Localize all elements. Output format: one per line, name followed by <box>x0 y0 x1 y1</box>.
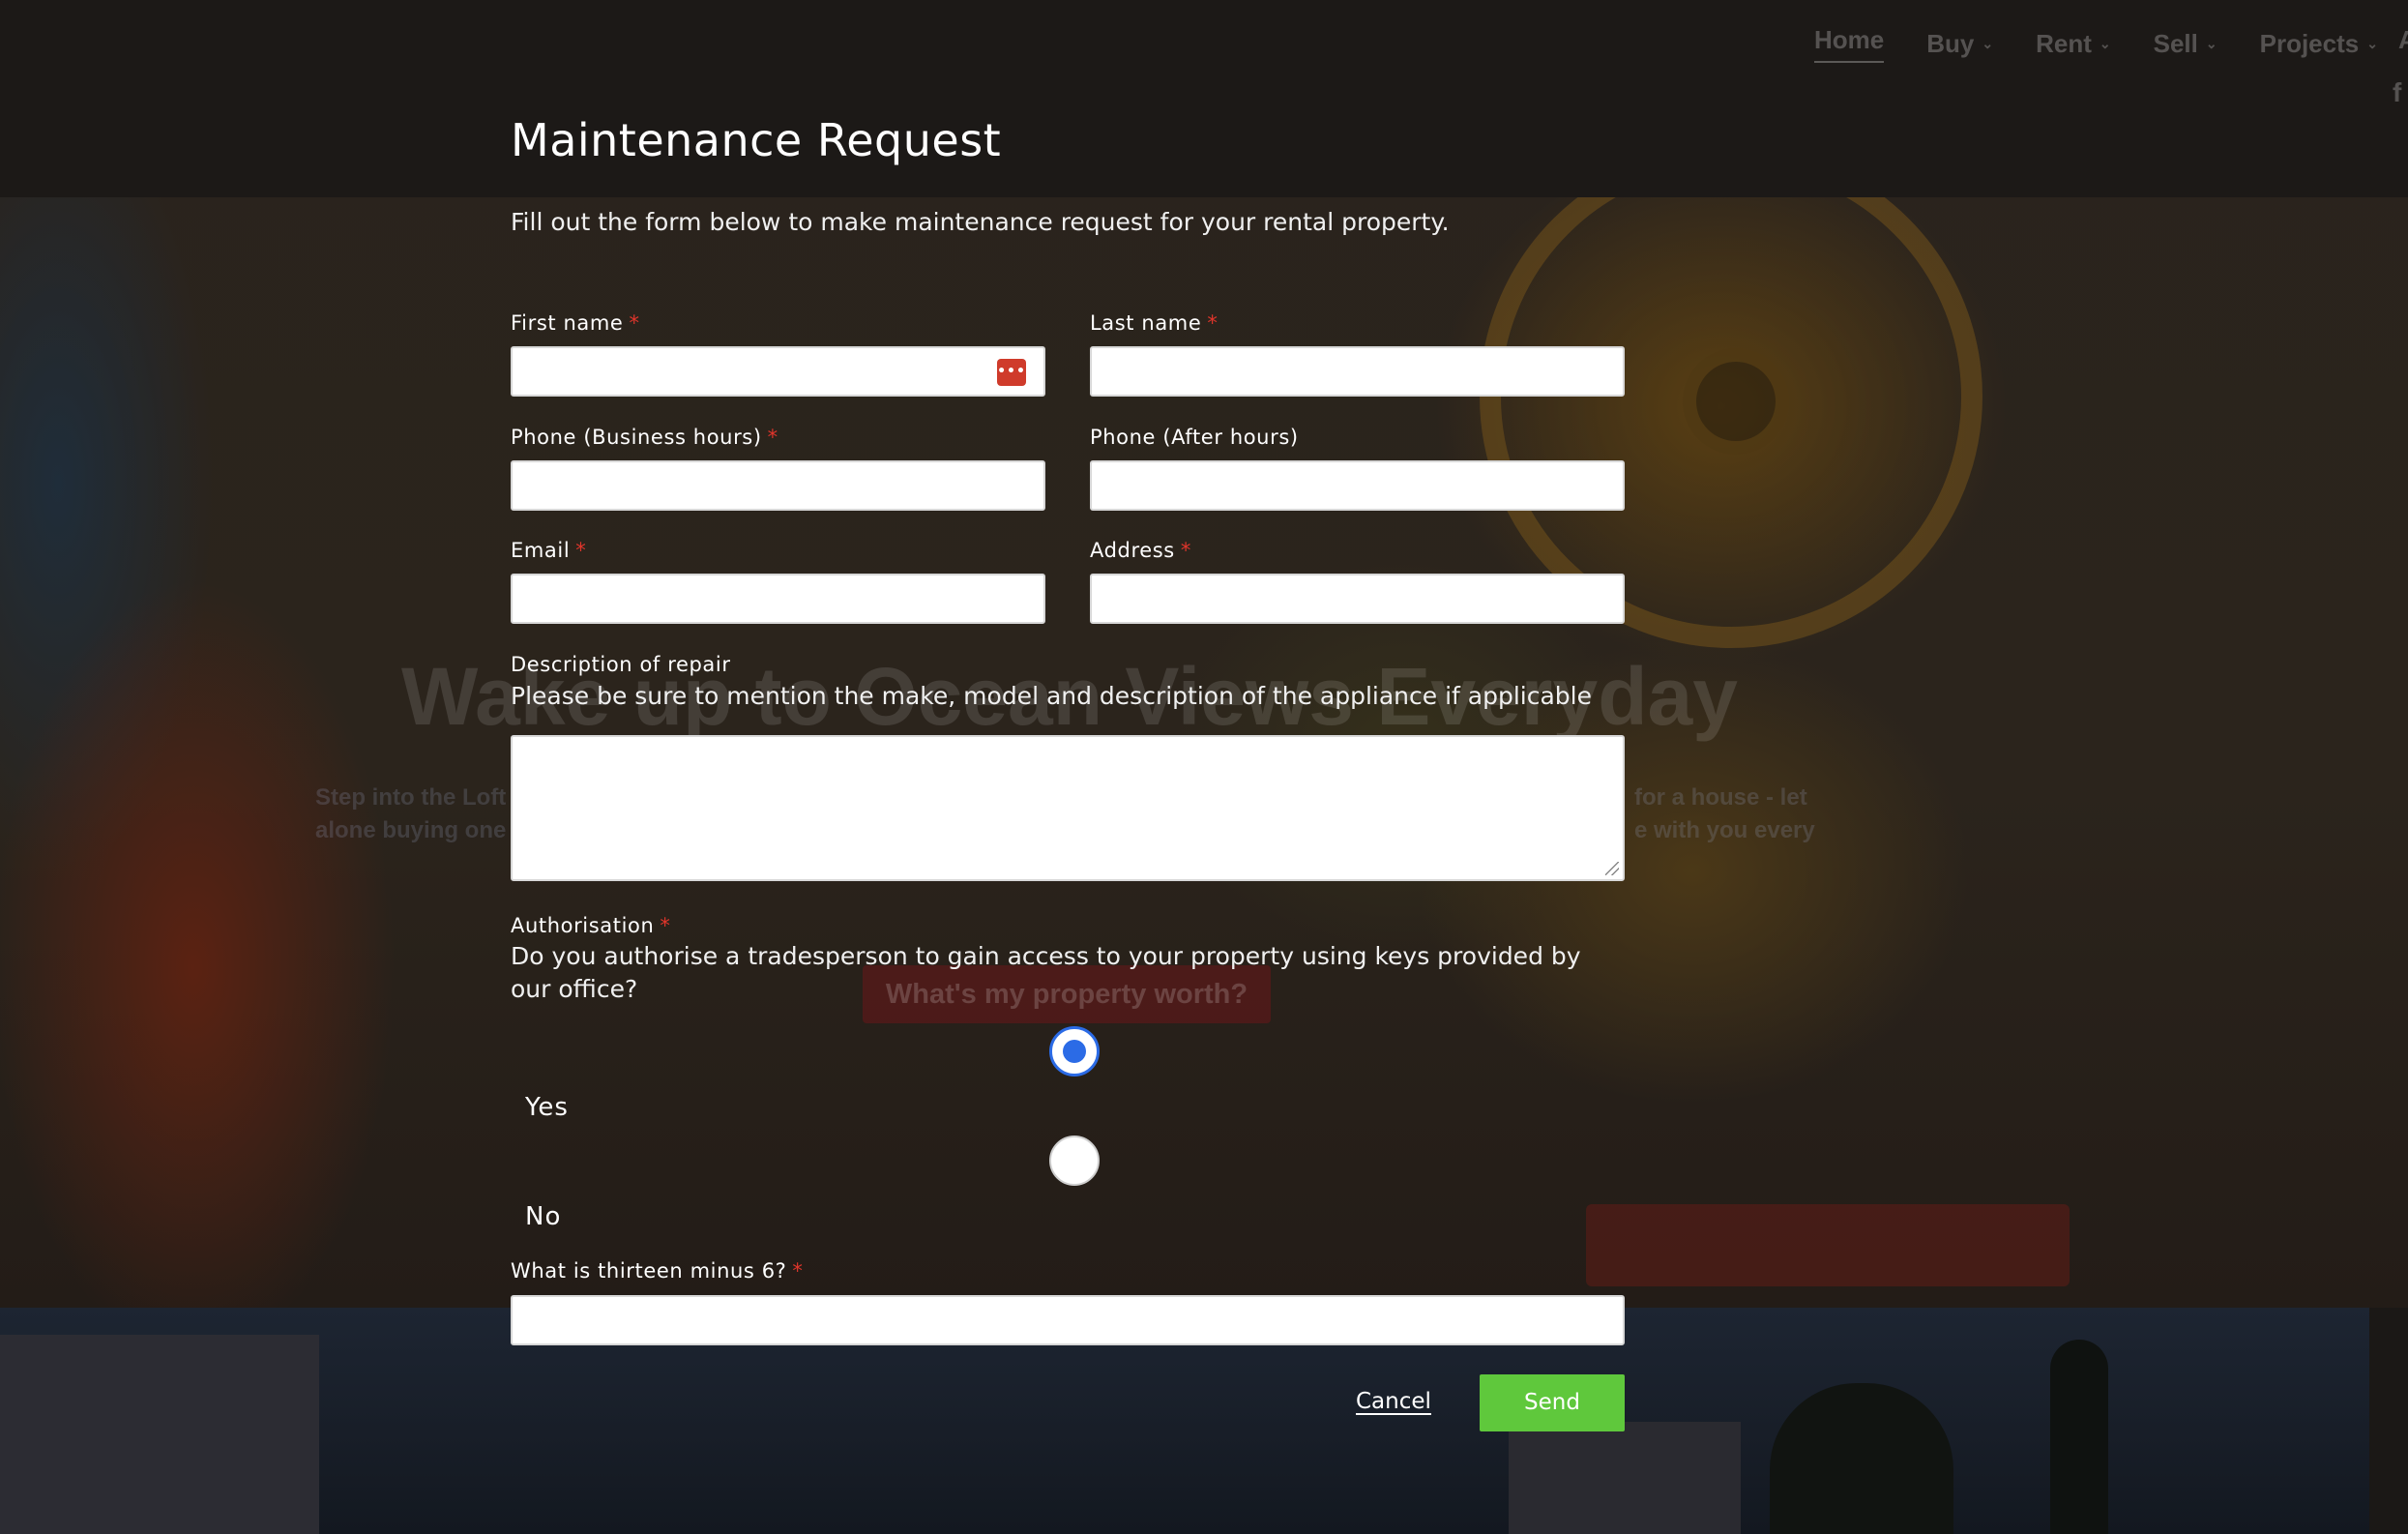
required-marker: * <box>1180 539 1191 562</box>
description-textarea[interactable] <box>511 735 1625 881</box>
tree-illustration <box>1770 1383 1953 1534</box>
facebook-icon[interactable]: f <box>2393 77 2401 108</box>
chevron-down-icon: ⌄ <box>1982 36 1994 51</box>
page-edge <box>2369 1308 2408 1534</box>
chevron-down-icon: ⌄ <box>2099 36 2111 51</box>
tree-illustration <box>2050 1340 2108 1534</box>
required-marker: * <box>575 539 587 562</box>
authorisation-no-radio[interactable] <box>1049 1136 1100 1186</box>
phone-after-label: Phone (After hours) <box>1090 426 1299 449</box>
hero-wheel-hub <box>1683 348 1789 455</box>
required-marker: * <box>660 914 671 937</box>
required-marker: * <box>767 426 778 449</box>
captcha-field[interactable] <box>511 1295 1625 1345</box>
first-name-label: First name * <box>511 311 640 335</box>
hero-text-right: for a house - let e with you every <box>1634 784 1815 843</box>
resize-handle-icon[interactable] <box>1605 862 1619 875</box>
phone-business-label: Phone (Business hours) * <box>511 426 778 449</box>
first-name-field[interactable] <box>511 346 1045 397</box>
address-label: Address * <box>1090 539 1191 562</box>
nav-item-sell[interactable]: Sell ⌄ <box>2154 25 2217 63</box>
nav-item-projects[interactable]: Projects ⌄ <box>2260 25 2378 63</box>
required-marker: * <box>792 1259 804 1283</box>
house-illustration <box>0 1335 319 1534</box>
email-field[interactable] <box>511 574 1045 624</box>
house-illustration <box>1509 1422 1741 1534</box>
required-marker: * <box>629 311 640 335</box>
nav-item-rent[interactable]: Rent ⌄ <box>2036 25 2111 63</box>
description-hint: Please be sure to mention the make, mode… <box>511 682 1592 710</box>
authorisation-label: Authorisation * <box>511 914 671 937</box>
last-name-field[interactable] <box>1090 346 1625 397</box>
hero-sign <box>1586 1204 2070 1286</box>
chevron-down-icon: ⌄ <box>2205 36 2217 51</box>
authorisation-no-label[interactable]: No <box>525 1202 561 1231</box>
nav-item-buy[interactable]: Buy ⌄ <box>1926 25 1993 63</box>
radio-selected-dot <box>1063 1040 1086 1063</box>
cancel-button[interactable]: Cancel <box>1356 1389 1431 1414</box>
description-label: Description of repair <box>511 653 731 676</box>
authorisation-yes-radio[interactable] <box>1049 1026 1100 1077</box>
main-nav: Home Buy ⌄ Rent ⌄ Sell ⌄ Projects ⌄ <box>1814 25 2378 63</box>
nav-item-home[interactable]: Home <box>1814 25 1885 63</box>
chevron-down-icon: ⌄ <box>2366 36 2378 51</box>
form-intro: Fill out the form below to make maintena… <box>511 208 1450 236</box>
authorisation-question: Do you authorise a tradesperson to gain … <box>511 942 1581 1003</box>
address-field[interactable] <box>1090 574 1625 624</box>
page-title: Maintenance Request <box>511 114 1002 166</box>
required-marker: * <box>1207 311 1219 335</box>
last-name-label: Last name * <box>1090 311 1219 335</box>
phone-after-field[interactable] <box>1090 460 1625 511</box>
hero-text-left: Step into the Loft alone buying one <box>315 784 507 843</box>
captcha-label: What is thirteen minus 6? * <box>511 1259 804 1283</box>
phone-business-field[interactable] <box>511 460 1045 511</box>
password-manager-icon[interactable]: ••• <box>997 359 1026 386</box>
nav-item-overflow[interactable]: A <box>2398 25 2408 55</box>
send-button[interactable]: Send <box>1480 1374 1625 1431</box>
email-label: Email * <box>511 539 587 562</box>
authorisation-yes-label[interactable]: Yes <box>525 1093 569 1122</box>
